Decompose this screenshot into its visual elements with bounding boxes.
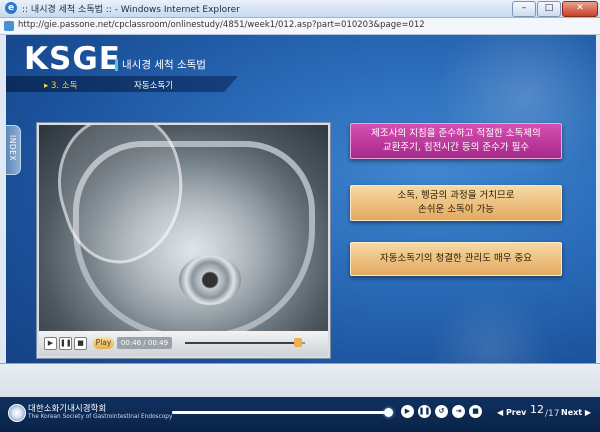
lesson-stop-button[interactable]: ■ <box>469 405 482 418</box>
lesson-skip-button[interactable]: ⇥ <box>452 405 465 418</box>
page-icon <box>4 21 14 31</box>
url-text[interactable]: http://gie.passone.net/cpclassroom/onlin… <box>18 20 425 30</box>
browser-titlebar: e :: 내시경 세척 소독법 :: - Windows Internet Ex… <box>0 0 600 18</box>
video-seek-handle[interactable] <box>293 338 302 347</box>
window-controls: – □ ✕ <box>511 1 598 17</box>
point-3-line-1: 자동소독기의 청결한 관리도 매우 중요 <box>380 253 532 264</box>
society-seal-icon <box>8 404 26 422</box>
lesson-progress-fill <box>172 411 388 414</box>
window-title: :: 내시경 세척 소독법 :: - Windows Internet Expl… <box>22 5 240 15</box>
video-stop-button[interactable]: ■ <box>74 337 87 350</box>
lesson-progress-handle[interactable] <box>383 408 393 417</box>
breadcrumb-section[interactable]: ▸ 3. 소독 <box>44 79 77 91</box>
point-1-line-2: 교환주기, 침전시간 등의 준수가 필수 <box>382 142 530 153</box>
page-total: /17 <box>545 409 560 419</box>
address-bar[interactable]: http://gie.passone.net/cpclassroom/onlin… <box>0 18 600 35</box>
lesson-footer: 대한소화기내시경학회 The Korean Society of Gastroi… <box>0 363 600 432</box>
video-time: 00:46 / 00:49 <box>117 337 172 349</box>
minimize-button[interactable]: – <box>512 1 536 17</box>
society-name-english: The Korean Society of Gastrointestinal E… <box>28 414 173 420</box>
page-current: 12 <box>530 403 544 416</box>
close-button[interactable]: ✕ <box>562 1 598 17</box>
index-tab[interactable]: INDEX <box>6 125 21 175</box>
point-button-2[interactable]: 소독, 헹굼의 과정을 거치므로 손쉬운 소독이 가능 <box>350 185 562 221</box>
ie-icon: e <box>5 2 17 14</box>
video-seek-fill <box>185 342 298 344</box>
course-title: 내시경 세척 소독법 <box>122 59 206 71</box>
breadcrumb-bar <box>6 76 238 92</box>
video-controls: ▶ ❚❚ ■ Play 00:46 / 00:49 <box>39 331 328 356</box>
lesson-pause-button[interactable]: ❚❚ <box>418 405 431 418</box>
point-1-line-1: 제조사의 지침을 준수하고 적절한 소독제의 <box>371 128 541 139</box>
ksge-logo: KSGE <box>24 41 121 77</box>
play-status-label: Play <box>93 337 114 349</box>
next-page-button[interactable]: Next ▶ <box>561 408 591 417</box>
title-accent-bar <box>115 59 118 71</box>
prev-page-button[interactable]: ◀ Prev <box>497 408 526 417</box>
index-tab-label: INDEX <box>8 135 17 161</box>
lesson-replay-button[interactable]: ↺ <box>435 405 448 418</box>
video-seek-bar[interactable] <box>185 338 305 347</box>
video-pause-button[interactable]: ❚❚ <box>59 337 72 350</box>
point-button-3[interactable]: 자동소독기의 청결한 관리도 매우 중요 <box>350 242 562 276</box>
video-play-button[interactable]: ▶ <box>44 337 57 350</box>
disinfector-drain <box>179 255 241 305</box>
video-player[interactable]: ▶ ❚❚ ■ Play 00:46 / 00:49 <box>37 123 330 358</box>
maximize-button[interactable]: □ <box>537 1 561 17</box>
point-button-1[interactable]: 제조사의 지침을 준수하고 적절한 소독제의 교환주기, 침전시간 등의 준수가… <box>350 123 562 159</box>
point-2-line-2: 손쉬운 소독이 가능 <box>418 204 494 215</box>
video-frame <box>39 125 328 331</box>
decorative-glow <box>436 35 596 185</box>
lesson-progress-bar[interactable] <box>172 408 393 417</box>
society-name-korean: 대한소화기내시경학회 <box>28 404 107 414</box>
lesson-stage: KSGE 내시경 세척 소독법 ▸ 3. 소독 자동소독기 INDEX ▶ ❚❚… <box>6 35 596 396</box>
breadcrumb-topic: 자동소독기 <box>134 81 174 91</box>
lesson-play-button[interactable]: ▶ <box>401 405 414 418</box>
point-2-line-1: 소독, 헹굼의 과정을 거치므로 <box>397 190 515 201</box>
